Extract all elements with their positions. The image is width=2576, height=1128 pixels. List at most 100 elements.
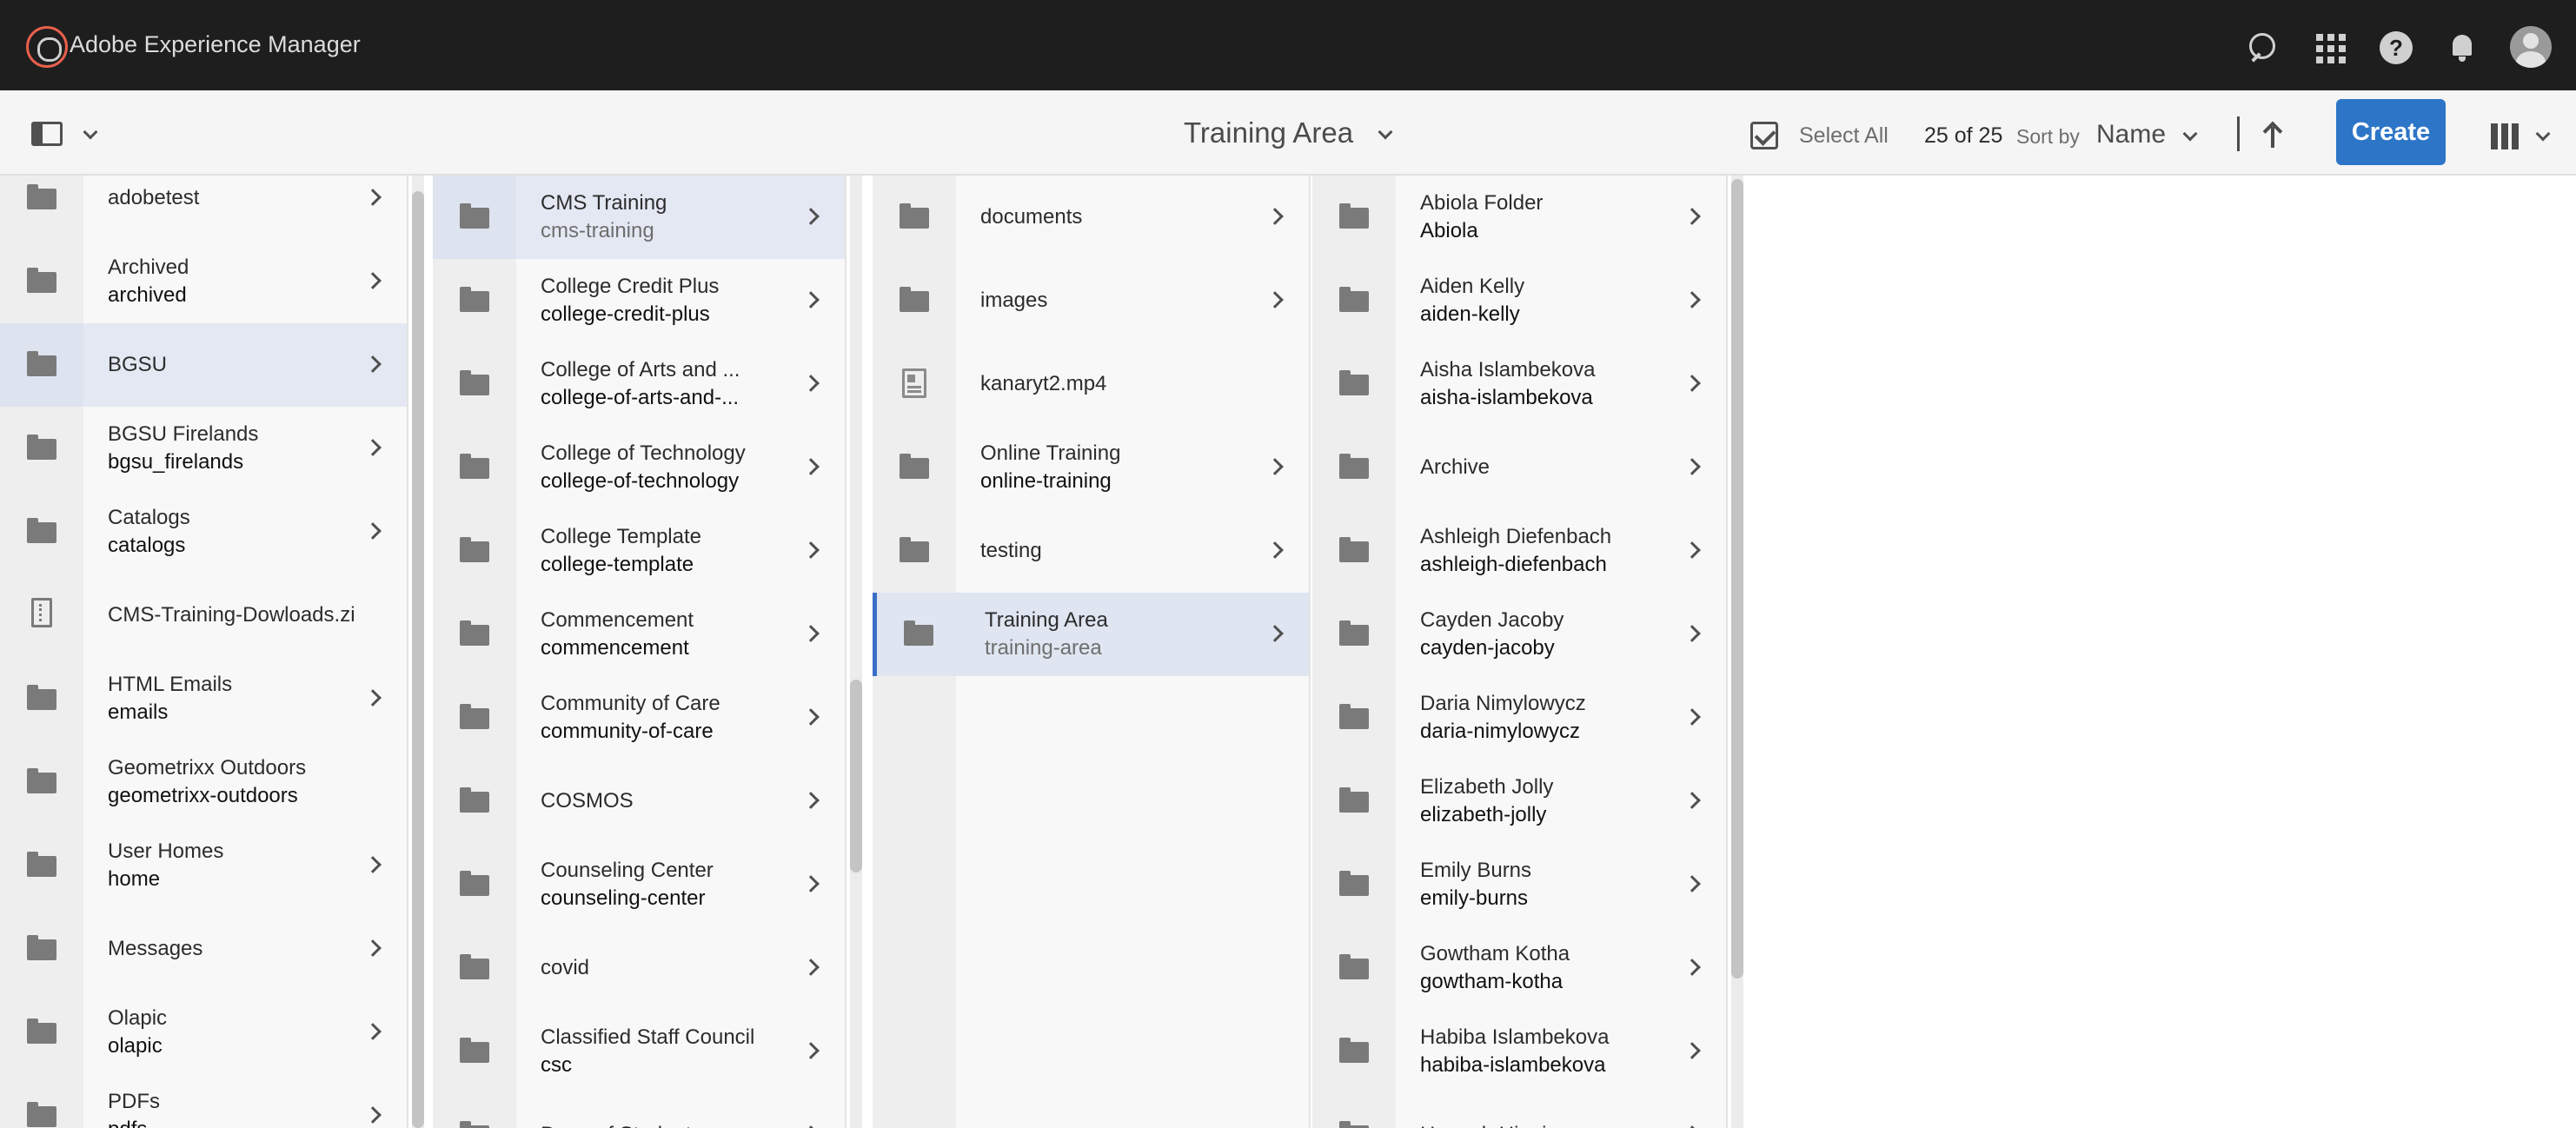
item-thumbnail[interactable] xyxy=(0,740,83,824)
select-all-checkbox-icon[interactable] xyxy=(1750,122,1778,149)
notifications-bell-icon[interactable] xyxy=(2446,31,2479,64)
column-4-scrollbar[interactable] xyxy=(1731,179,1743,979)
item-thumbnail[interactable] xyxy=(433,1093,516,1128)
breadcrumb-title[interactable]: Training Area xyxy=(1184,116,1353,149)
list-item[interactable]: HTML Emails emails xyxy=(0,657,407,740)
item-thumbnail[interactable] xyxy=(433,509,516,593)
help-icon[interactable]: ? xyxy=(2380,31,2413,64)
item-thumbnail[interactable] xyxy=(1312,1093,1396,1128)
chevron-right-icon[interactable] xyxy=(1683,458,1701,475)
list-item[interactable]: Elizabeth Jolly elizabeth-jolly xyxy=(1312,760,1726,843)
chevron-right-icon[interactable] xyxy=(1683,1042,1701,1059)
view-switcher-chevron-down-icon[interactable] xyxy=(2535,126,2551,142)
item-thumbnail[interactable] xyxy=(0,657,83,740)
list-item[interactable]: Catalogs catalogs xyxy=(0,490,407,574)
list-item[interactable]: CMS-Training-Dowloads.zip xyxy=(0,574,407,657)
chevron-right-icon[interactable] xyxy=(364,1023,382,1040)
item-thumbnail[interactable] xyxy=(1312,760,1396,843)
chevron-right-icon[interactable] xyxy=(802,708,820,726)
item-thumbnail[interactable] xyxy=(0,991,83,1074)
item-thumbnail[interactable] xyxy=(0,574,83,657)
item-thumbnail[interactable] xyxy=(0,1074,83,1128)
chevron-right-icon[interactable] xyxy=(802,875,820,892)
list-item[interactable]: documents xyxy=(873,176,1309,259)
item-thumbnail[interactable] xyxy=(0,176,83,240)
item-thumbnail[interactable] xyxy=(873,342,956,426)
chevron-right-icon[interactable] xyxy=(1266,541,1284,559)
product-name[interactable]: Adobe Experience Manager xyxy=(70,31,361,58)
chevron-right-icon[interactable] xyxy=(364,189,382,206)
list-item[interactable]: Abiola Folder Abiola xyxy=(1312,176,1726,259)
item-thumbnail[interactable] xyxy=(873,259,956,342)
item-thumbnail[interactable] xyxy=(1312,509,1396,593)
chevron-right-icon[interactable] xyxy=(364,522,382,540)
item-thumbnail[interactable] xyxy=(0,407,83,490)
list-item[interactable]: BGSU Firelands bgsu_firelands xyxy=(0,407,407,490)
item-thumbnail[interactable] xyxy=(433,926,516,1010)
create-button[interactable]: Create xyxy=(2336,99,2446,165)
item-thumbnail[interactable] xyxy=(433,593,516,676)
item-thumbnail[interactable] xyxy=(433,676,516,760)
item-thumbnail[interactable] xyxy=(433,760,516,843)
column-1-scrollbar[interactable] xyxy=(412,191,424,1128)
chevron-right-icon[interactable] xyxy=(364,439,382,456)
item-thumbnail[interactable] xyxy=(1312,676,1396,760)
chevron-right-icon[interactable] xyxy=(1266,625,1284,642)
list-item[interactable]: COSMOS xyxy=(433,760,845,843)
list-item[interactable]: Olapic olapic xyxy=(0,991,407,1074)
item-thumbnail[interactable] xyxy=(0,240,83,323)
chevron-right-icon[interactable] xyxy=(1266,208,1284,225)
chevron-right-icon[interactable] xyxy=(1266,458,1284,475)
chevron-right-icon[interactable] xyxy=(364,272,382,289)
item-thumbnail[interactable] xyxy=(433,176,516,259)
chevron-right-icon[interactable] xyxy=(1683,959,1701,976)
list-item[interactable]: images xyxy=(873,259,1309,342)
select-all-button[interactable]: Select All xyxy=(1799,123,1889,149)
list-item[interactable]: BGSU xyxy=(0,323,407,407)
chevron-right-icon[interactable] xyxy=(1683,625,1701,642)
list-item[interactable]: Gowtham Kotha gowtham-kotha xyxy=(1312,926,1726,1010)
item-thumbnail[interactable] xyxy=(873,509,956,593)
item-thumbnail[interactable] xyxy=(873,426,956,509)
item-thumbnail[interactable] xyxy=(1312,259,1396,342)
chevron-right-icon[interactable] xyxy=(802,1042,820,1059)
list-item[interactable]: Emily Burns emily-burns xyxy=(1312,843,1726,926)
chevron-right-icon[interactable] xyxy=(802,291,820,309)
item-thumbnail[interactable] xyxy=(433,1010,516,1093)
chevron-right-icon[interactable] xyxy=(802,208,820,225)
item-thumbnail[interactable] xyxy=(1312,926,1396,1010)
item-thumbnail[interactable] xyxy=(1312,843,1396,926)
item-thumbnail[interactable] xyxy=(433,259,516,342)
list-item[interactable]: College of Technology college-of-technolo… xyxy=(433,426,845,509)
list-item[interactable]: Hannah Higgins xyxy=(1312,1093,1726,1128)
chevron-right-icon[interactable] xyxy=(1683,291,1701,309)
item-thumbnail[interactable] xyxy=(0,907,83,991)
rail-toggle-chevron-down-icon[interactable] xyxy=(83,124,98,140)
apps-grid-icon[interactable] xyxy=(2314,31,2347,64)
list-item[interactable]: Online Training online-training xyxy=(873,426,1309,509)
item-thumbnail[interactable] xyxy=(0,824,83,907)
item-thumbnail[interactable] xyxy=(433,342,516,426)
list-item[interactable]: Archive xyxy=(1312,426,1726,509)
chevron-right-icon[interactable] xyxy=(1683,792,1701,809)
sort-direction-arrow-up-icon[interactable] xyxy=(2261,122,2284,148)
list-item[interactable]: College Template college-template xyxy=(433,509,845,593)
aem-logo-icon[interactable] xyxy=(26,26,68,68)
list-item[interactable]: Geometrixx Outdoors geometrixx-outdoors xyxy=(0,740,407,824)
item-thumbnail[interactable] xyxy=(873,176,956,259)
list-item[interactable]: Cayden Jacoby cayden-jacoby xyxy=(1312,593,1726,676)
chevron-right-icon[interactable] xyxy=(1683,208,1701,225)
item-thumbnail[interactable] xyxy=(877,593,960,676)
list-item[interactable]: testing xyxy=(873,509,1309,593)
chevron-right-icon[interactable] xyxy=(802,458,820,475)
list-item[interactable]: Counseling Center counseling-center xyxy=(433,843,845,926)
chevron-right-icon[interactable] xyxy=(1683,875,1701,892)
chevron-right-icon[interactable] xyxy=(364,355,382,373)
chevron-right-icon[interactable] xyxy=(1683,708,1701,726)
column-view-icon[interactable] xyxy=(2491,123,2519,149)
item-thumbnail[interactable] xyxy=(433,843,516,926)
search-icon[interactable] xyxy=(2246,31,2279,64)
item-thumbnail[interactable] xyxy=(1312,593,1396,676)
list-item[interactable]: Dean of Students xyxy=(433,1093,845,1128)
chevron-right-icon[interactable] xyxy=(364,939,382,957)
